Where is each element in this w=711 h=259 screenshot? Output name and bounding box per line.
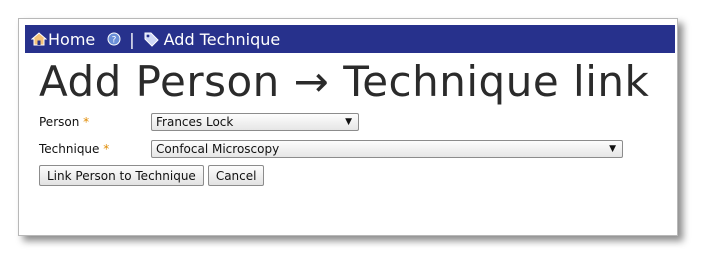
technique-label: Technique *: [39, 142, 151, 156]
breadcrumb-current: Add Technique: [163, 29, 281, 49]
page-title: Add Person → Technique link: [39, 57, 650, 106]
required-marker: *: [83, 115, 90, 129]
technique-select[interactable]: Confocal Microscopy ▼: [151, 140, 623, 158]
top-navbar: Home ? | Add Technique: [25, 25, 675, 53]
person-select[interactable]: Frances Lock ▼: [151, 113, 359, 131]
home-link[interactable]: Home: [31, 30, 95, 49]
app-window: Home ? | Add Technique Add Person → Tech…: [18, 18, 678, 236]
tag-icon: [143, 31, 159, 47]
required-marker: *: [103, 142, 110, 156]
svg-text:?: ?: [112, 36, 117, 46]
technique-select-value: Confocal Microscopy: [156, 142, 280, 156]
person-label: Person *: [39, 115, 151, 129]
person-row: Person * Frances Lock ▼: [39, 113, 359, 131]
cancel-button[interactable]: Cancel: [207, 165, 265, 186]
help-icon[interactable]: ?: [107, 32, 121, 46]
technique-row: Technique * Confocal Microscopy ▼: [39, 140, 623, 158]
home-label: Home: [48, 29, 96, 49]
form-actions: Link Person to Technique Cancel: [39, 165, 268, 186]
link-person-button[interactable]: Link Person to Technique: [39, 165, 204, 186]
person-select-value: Frances Lock: [156, 115, 234, 129]
home-icon: [31, 31, 47, 47]
person-label-text: Person: [39, 115, 80, 129]
chevron-down-icon: ▼: [345, 117, 352, 127]
technique-label-text: Technique: [39, 142, 100, 156]
chevron-down-icon: ▼: [609, 144, 616, 154]
nav-separator: |: [129, 29, 135, 49]
